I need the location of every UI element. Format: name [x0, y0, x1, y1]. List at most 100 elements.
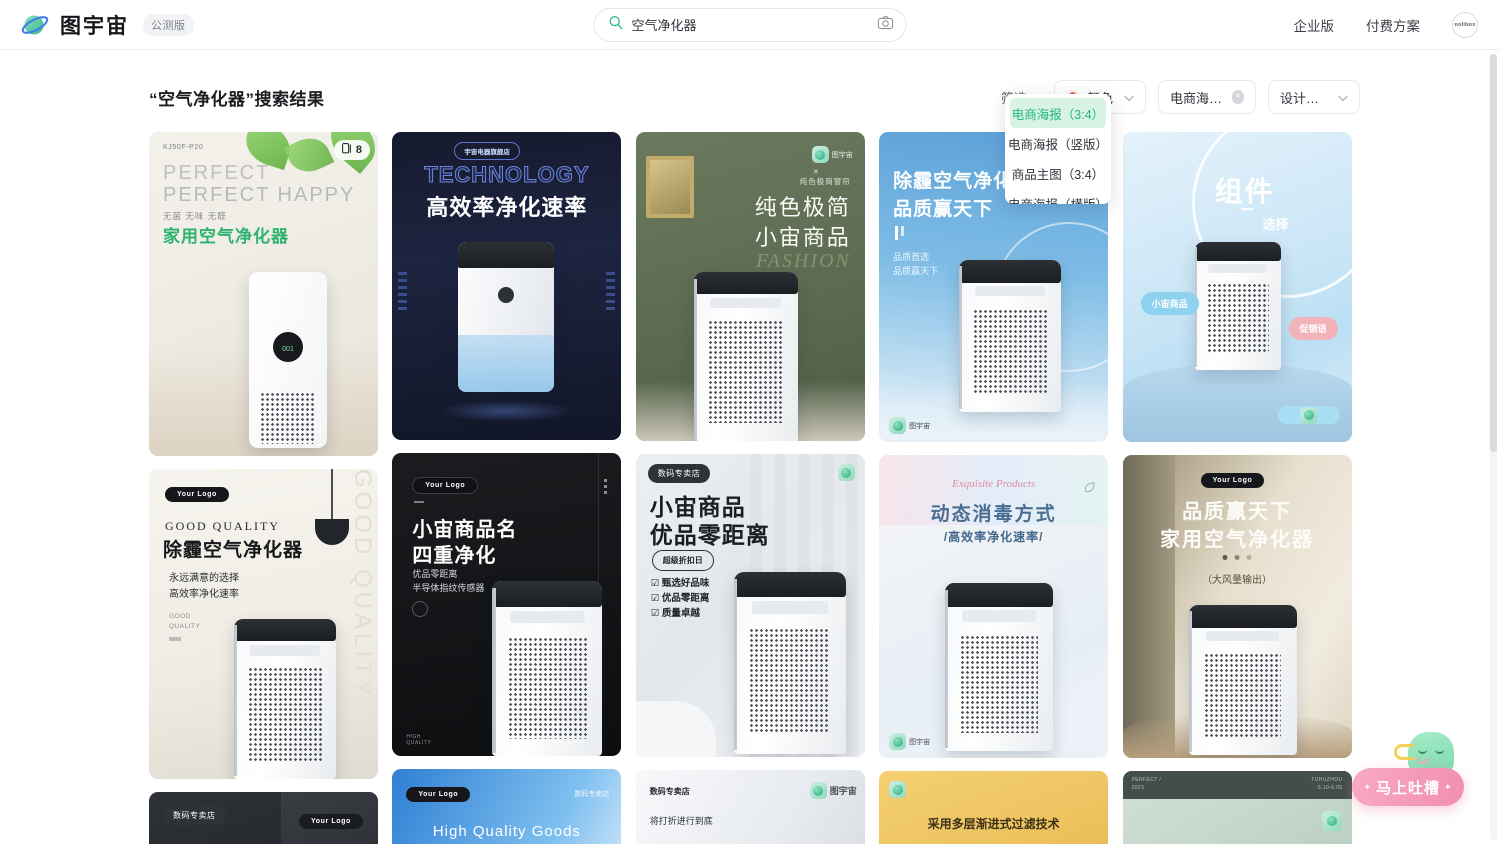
feedback-pill[interactable]: ✦ 马上吐槽 ✦	[1352, 768, 1464, 806]
card-tag-pink: 促销语	[1288, 317, 1338, 340]
dropdown-item-3[interactable]: 电商海报（横版）	[1008, 188, 1108, 205]
clear-icon[interactable]: ×	[1232, 90, 1244, 104]
dropdown-item-1[interactable]: 电商海报（竖版）	[1008, 128, 1108, 158]
planet-icon	[1300, 406, 1318, 424]
result-card[interactable]: Your Logo 小宙商品名 四重净化 优品零距离 半导体指纹传感器 HIGH…	[392, 453, 622, 756]
card-title-2: 四重净化	[412, 545, 497, 567]
brand[interactable]: 图宇宙 公测版	[20, 10, 194, 40]
layers-icon	[341, 143, 352, 157]
card-corner-1: GOOD	[169, 613, 191, 620]
result-card[interactable]: 宇宙电器旗舰店 TECHNOLOGY 高效率净化速率	[392, 132, 622, 440]
result-card[interactable]: 组件 选择 小宙商品 促销语	[1122, 132, 1352, 442]
chevron-down-icon	[1338, 90, 1348, 105]
poster-type-dropdown[interactable]: 电商海报（3:4） 电商海报（竖版） 商品主图（3:4） 电商海报（横版）	[1005, 94, 1111, 204]
card-en-line1: PERFECT	[163, 162, 271, 184]
camera-icon[interactable]	[877, 15, 894, 35]
search-input[interactable]: 空气净化器	[632, 15, 878, 34]
filter-design-style[interactable]: 设计风格	[1268, 80, 1360, 114]
watermark: 图宇宙	[811, 146, 853, 163]
page-title: “空气净化器”搜索结果	[149, 89, 325, 109]
planet-icon	[1321, 811, 1342, 831]
card-logo: Your Logo	[1200, 473, 1265, 488]
card-shop-badge: 数码专卖店	[163, 806, 226, 825]
card-model: KJ50F-P20	[163, 144, 204, 151]
app-header: 图宇宙 公测版 空气净化器 企业版 付费方案 nolibox	[0, 0, 1500, 50]
card-sub: （大风量输出）	[1202, 575, 1273, 586]
card-title-1: 品质赢天下	[1182, 501, 1293, 523]
card-pill: 超级折扣日	[651, 550, 714, 571]
result-card[interactable]: Exquisite Products 动态消毒方式 /高效率净化速率/ 图宇宙	[879, 455, 1109, 758]
result-card[interactable]: 数码专卖店 将打折进行到底 图宇宙	[635, 770, 865, 844]
result-card[interactable]: 采用多层渐进式过滤技术	[879, 771, 1109, 844]
card-logo: Your Logo	[299, 814, 363, 829]
result-card[interactable]: Your Logo GOOD QUALITY 除霾空气净化器 永远满意的选择 高…	[149, 469, 378, 779]
card-title: 家用空气净化器	[163, 227, 289, 246]
card-sub: /高效率净化速率/	[943, 530, 1044, 544]
card-sub-2: 品质赢天下	[893, 266, 939, 276]
card-title-1: 小宙商品名	[412, 519, 518, 541]
product-image	[458, 242, 555, 392]
card-logo: Your Logo	[406, 787, 471, 802]
card-watermark-tag	[1277, 406, 1340, 424]
card-title: 组件	[1214, 176, 1275, 207]
card-sub-1: 品质首选	[893, 252, 930, 262]
dropdown-item-0[interactable]: 电商海报（3:4）	[1010, 98, 1106, 128]
card-en-line2: PERFECT HAPPY	[163, 184, 356, 206]
watermark: 图宇宙	[889, 417, 930, 434]
result-card[interactable]: PERFECT / 2023 TUHUZHOU 6.10-6.05	[1122, 771, 1352, 844]
result-card[interactable]: 数码专卖店 小宙商品 优品零距离 超级折扣日 ☑ 甄选好品味 ☑ 优品零距离 ☑…	[635, 454, 865, 757]
card-sub-2: 半导体指纹传感器	[412, 583, 485, 593]
card-shop-badge: 数码专卖店	[649, 787, 690, 796]
nav-right: 企业版 付费方案 nolibox	[1294, 11, 1478, 38]
card-line: 将打折进行到底	[649, 816, 713, 826]
card-en-line1: GOOD QUALITY	[165, 519, 280, 533]
watermark	[889, 781, 907, 798]
product-image	[733, 572, 846, 754]
card-shop-badge: 数码专卖店	[574, 791, 610, 798]
page-scrollbar[interactable]	[1490, 54, 1497, 840]
badge-count-value: 8	[355, 144, 362, 156]
nav-item-enterprise[interactable]: 企业版	[1294, 15, 1335, 35]
card-sub: 无菌 无味 无醛	[163, 211, 227, 221]
dropdown-item-2[interactable]: 商品主图（3:4）	[1010, 158, 1106, 188]
card-title-2: 优品零距离	[649, 522, 770, 548]
result-card[interactable]: Your Logo 数码专卖店 High Quality Goods	[392, 769, 622, 844]
scrollbar-thumb[interactable]	[1490, 54, 1497, 452]
beta-tag: 公测版	[143, 13, 194, 36]
watermark-label: 图宇宙	[909, 738, 931, 746]
card-title-2: 小宙商品	[754, 225, 851, 250]
card-tag-blue: 小宙商品	[1140, 292, 1199, 315]
page-body: “空气净化器”搜索结果 筛选： 颜色 电商海报… × 设计风格	[0, 50, 1500, 844]
card-title-1: 纯色极简	[754, 195, 851, 220]
product-image	[492, 581, 603, 756]
watermark-label: 图宇宙	[829, 786, 857, 796]
planet-icon	[889, 781, 907, 798]
card-tr-2: 6.10-6.05	[1317, 785, 1343, 791]
nav-item-pricing[interactable]: 付费方案	[1366, 15, 1420, 35]
product-image	[1188, 605, 1297, 755]
avatar[interactable]: nolibox	[1452, 11, 1478, 38]
result-card[interactable]: 图宇宙 ✕ 纯色极简窗帘 纯色极简 小宙商品 FASHION	[635, 132, 865, 441]
results-grid: 8 KJ50F-P20 PERFECT PERFECT HAPPY 无菌 无味 …	[149, 132, 1353, 844]
product-image	[693, 272, 798, 441]
result-card[interactable]: Your Logo 品质赢天下 家用空气净化器 （大风量输出）	[1122, 455, 1352, 758]
product-image	[234, 619, 336, 779]
planet-icon	[889, 417, 907, 434]
watermark: 图宇宙	[809, 782, 857, 799]
sparkle-icon: ✦	[1363, 781, 1372, 792]
search-bar[interactable]: 空气净化器	[593, 7, 907, 42]
filter-poster-type[interactable]: 电商海报… ×	[1158, 80, 1256, 114]
avatar-label: nolibox	[1454, 21, 1476, 28]
card-corner-2: QUALITY	[169, 623, 201, 630]
search-icon	[609, 15, 624, 35]
feedback-button[interactable]: ✦ 马上吐槽 ✦	[1352, 732, 1482, 806]
card-title: High Quality Goods	[432, 823, 581, 840]
card-en-line1: TECHNOLOGY	[424, 162, 590, 188]
card-title: 除霾空气净化器	[163, 540, 304, 561]
card-tr-1: TUHUZHOU	[1311, 777, 1343, 783]
brand-name: 图宇宙	[60, 14, 129, 38]
result-card[interactable]: 数码专卖店 Your Logo	[149, 792, 378, 844]
result-card[interactable]: 8 KJ50F-P20 PERFECT PERFECT HAPPY 无菌 无味 …	[149, 132, 378, 456]
card-shop-badge: 宇宙电器旗舰店	[454, 142, 520, 160]
card-script: Exquisite Products	[952, 478, 1036, 490]
